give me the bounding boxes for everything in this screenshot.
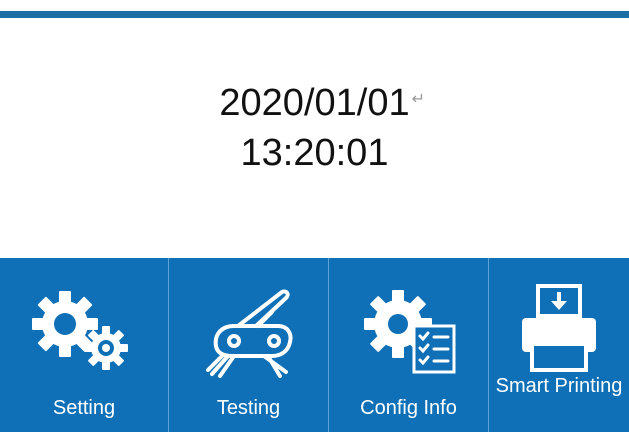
menu-item-label: Setting	[52, 397, 116, 419]
return-mark-icon: ↵	[411, 91, 425, 108]
multitool-icon	[194, 282, 304, 382]
menu-item-config-info[interactable]: Config Info	[329, 258, 489, 432]
menu-item-testing[interactable]: Testing	[169, 258, 329, 432]
gears-icon	[29, 282, 139, 382]
date-text: 2020/01/01	[219, 82, 410, 124]
date-wrap: 2020/01/01 ↵	[219, 78, 425, 128]
top-accent-bar	[0, 11, 629, 18]
datetime-display: 2020/01/01 ↵ 13:20:01	[0, 78, 629, 178]
config-gear-list-icon	[354, 282, 464, 382]
printer-icon	[504, 282, 614, 382]
menu-item-smart-printing[interactable]: Smart Printing	[489, 258, 629, 432]
menu-item-setting[interactable]: Setting	[0, 258, 169, 432]
menu-item-label: Testing	[216, 397, 281, 419]
time-text: 13:20:01	[240, 132, 389, 174]
menu-item-label: Smart Printing	[495, 375, 623, 397]
main-menu-bar: Setting Testing Config Info Smart Printi…	[0, 258, 629, 432]
menu-item-label: Config Info	[360, 397, 457, 419]
